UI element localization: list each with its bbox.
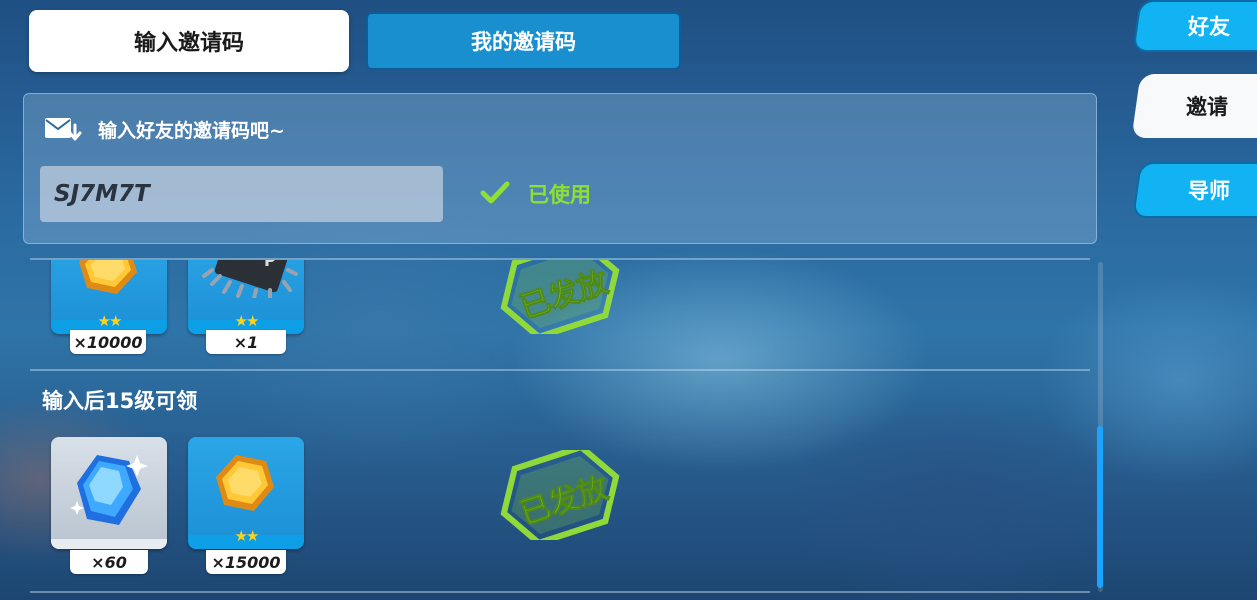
reward-item[interactable]: ★★ xyxy=(188,437,304,549)
used-status-label: 已使用 xyxy=(528,183,591,207)
side-tab-mentor[interactable]: 导师 xyxy=(1132,162,1257,218)
reward-quantity: ×60 xyxy=(70,550,148,574)
tab-input-invite-code[interactable]: 输入邀请码 xyxy=(29,10,349,72)
svg-text:P: P xyxy=(264,260,276,270)
reward-quantity: ×15000 xyxy=(206,550,286,574)
reward-quantity: ×10000 xyxy=(70,330,146,354)
star-rating: ★★ xyxy=(97,312,123,330)
side-tab-friends[interactable]: 好友 xyxy=(1132,0,1257,52)
mail-download-icon xyxy=(45,118,82,141)
chip-icon: P xyxy=(202,260,298,298)
blue-crystal-icon xyxy=(70,455,148,525)
issued-stamp: 已发放 xyxy=(495,443,625,547)
check-icon xyxy=(480,181,510,204)
tab-my-invite-code[interactable]: 我的邀请码 xyxy=(366,12,681,70)
invite-prompt-text: 输入好友的邀请码吧~ xyxy=(98,120,285,142)
reward-row: ★★ ×10000 P ★★ ×1 已发放 xyxy=(0,260,1090,368)
reward-item[interactable] xyxy=(51,437,167,549)
star-rating: ★★ xyxy=(234,527,260,545)
gold-coin-icon xyxy=(216,455,274,511)
gold-coin-icon xyxy=(79,260,137,294)
invite-code-field[interactable]: SJ7M7T xyxy=(40,166,443,222)
reward-item[interactable]: ★★ xyxy=(51,260,167,334)
issued-stamp: 已发放 xyxy=(495,260,625,341)
section-title: 输入后15级可领 xyxy=(42,389,198,413)
divider xyxy=(30,369,1090,371)
divider xyxy=(30,591,1090,593)
list-scrollbar-thumb[interactable] xyxy=(1097,426,1103,588)
side-tab-invite[interactable]: 邀请 xyxy=(1131,74,1257,138)
reward-item[interactable]: P ★★ xyxy=(188,260,304,334)
reward-quantity: ×1 xyxy=(206,330,286,354)
star-rating: ★★ xyxy=(234,312,260,330)
